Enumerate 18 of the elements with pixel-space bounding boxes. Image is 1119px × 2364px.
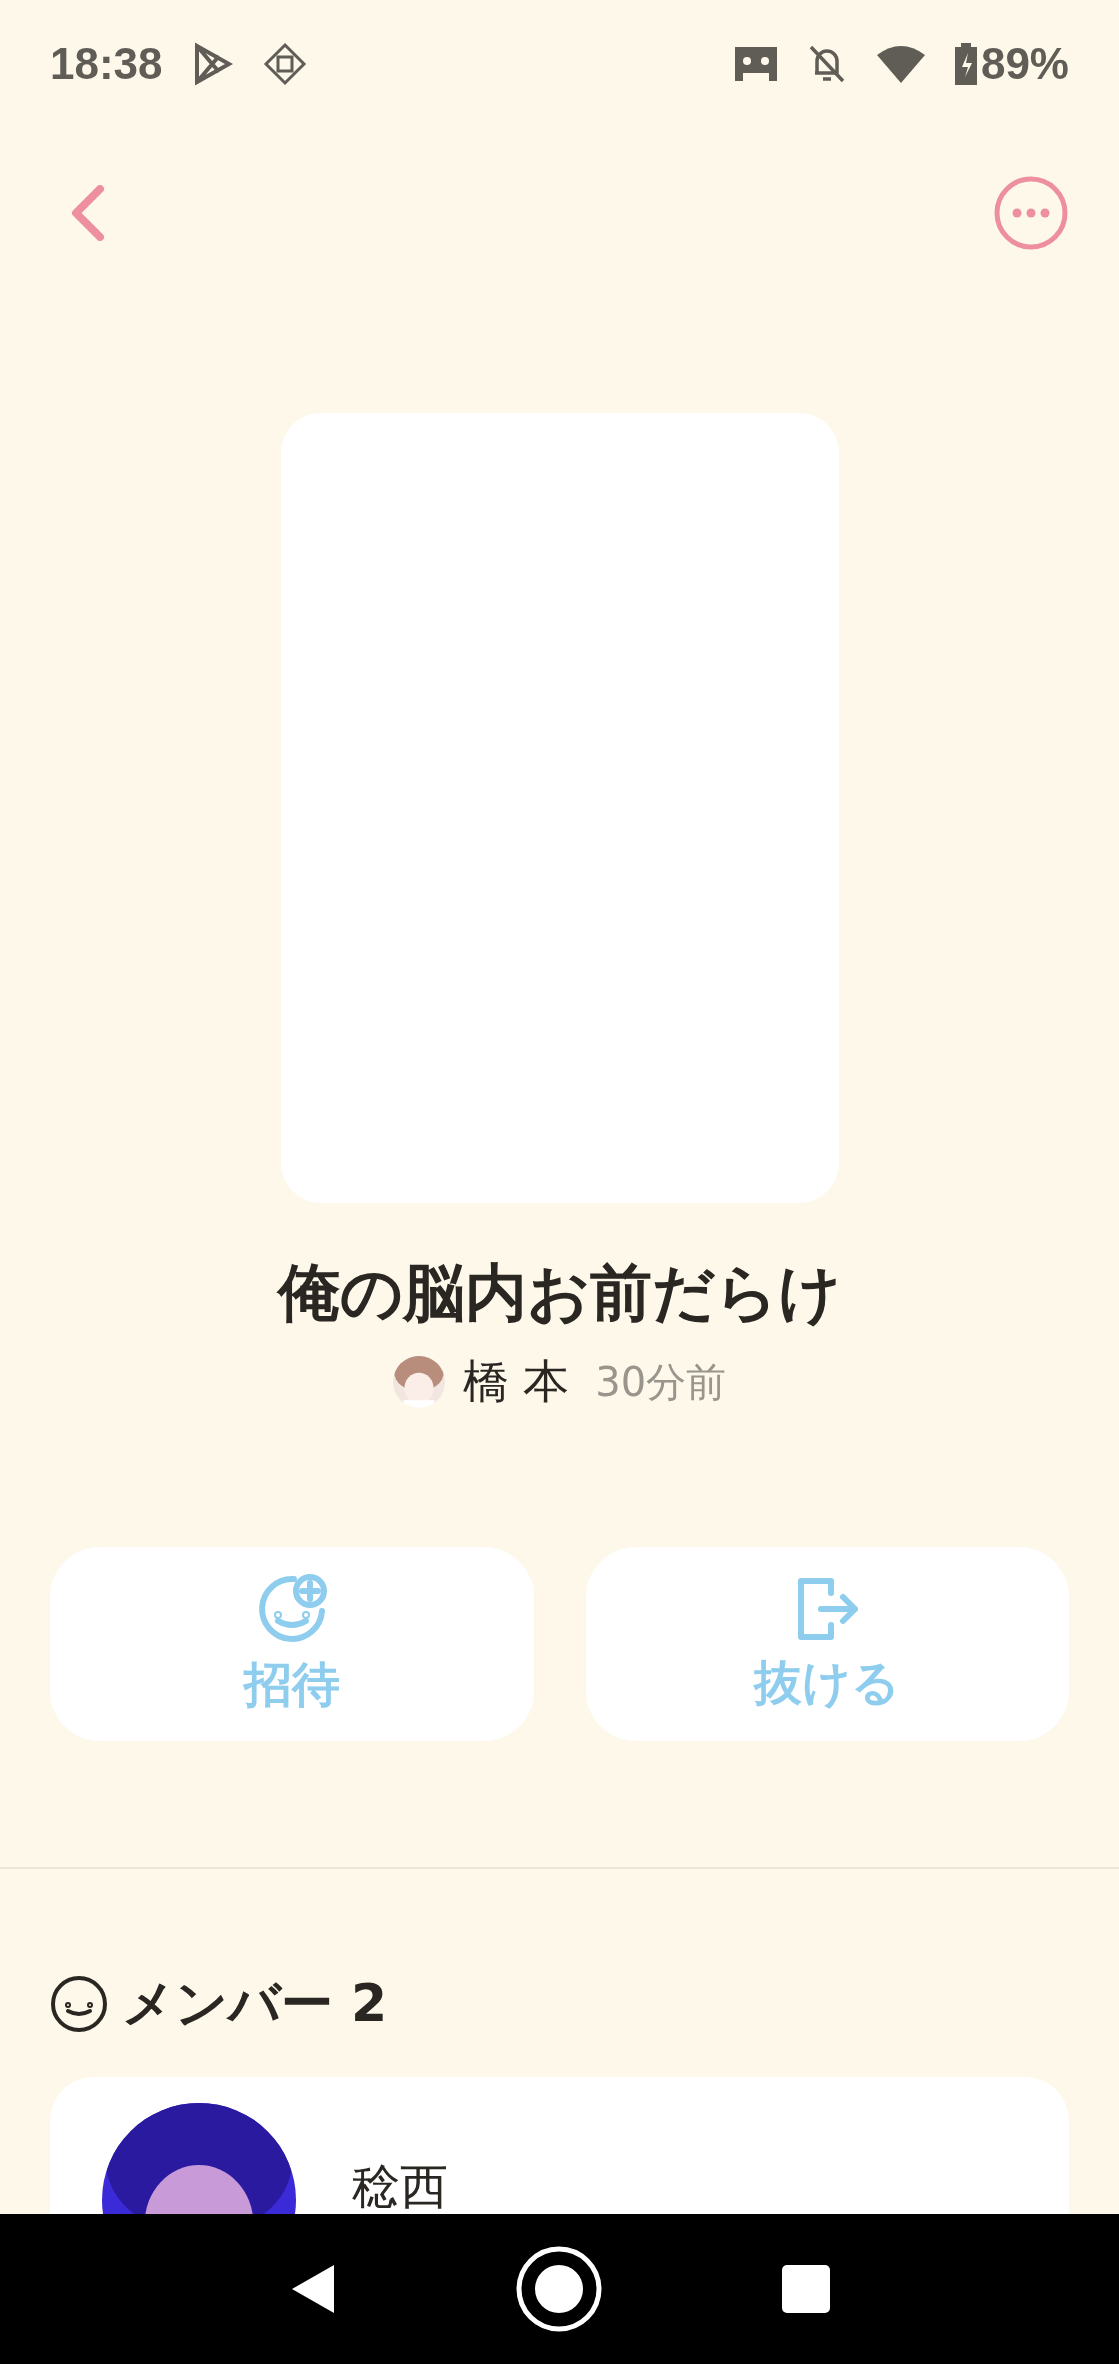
time-ago: 30分前 — [595, 1357, 727, 1407]
wifi-icon — [876, 45, 925, 83]
member-card[interactable]: 稔西 — [50, 2077, 1069, 2214]
member-name: 稔西 — [352, 2157, 448, 2214]
cassette-icon — [734, 47, 777, 81]
leave-button[interactable]: 抜ける — [585, 1547, 1069, 1741]
author-name: 橋 本 — [462, 1353, 570, 1410]
battery-charging-icon — [954, 43, 977, 85]
members-heading: メンバー 2 — [122, 1972, 388, 2035]
clock: 18:38 — [50, 39, 163, 89]
playlist-title: 俺の脳内お前だらけ — [275, 1255, 842, 1331]
invite-button[interactable]: 招待 — [50, 1547, 534, 1741]
smiley-icon — [50, 1975, 108, 2033]
play-store-icon — [192, 42, 233, 86]
home-nav-button[interactable] — [514, 2245, 603, 2333]
battery-percent: 89% — [980, 39, 1069, 89]
recents-nav-button[interactable] — [781, 2265, 830, 2313]
app-icon — [262, 42, 307, 86]
